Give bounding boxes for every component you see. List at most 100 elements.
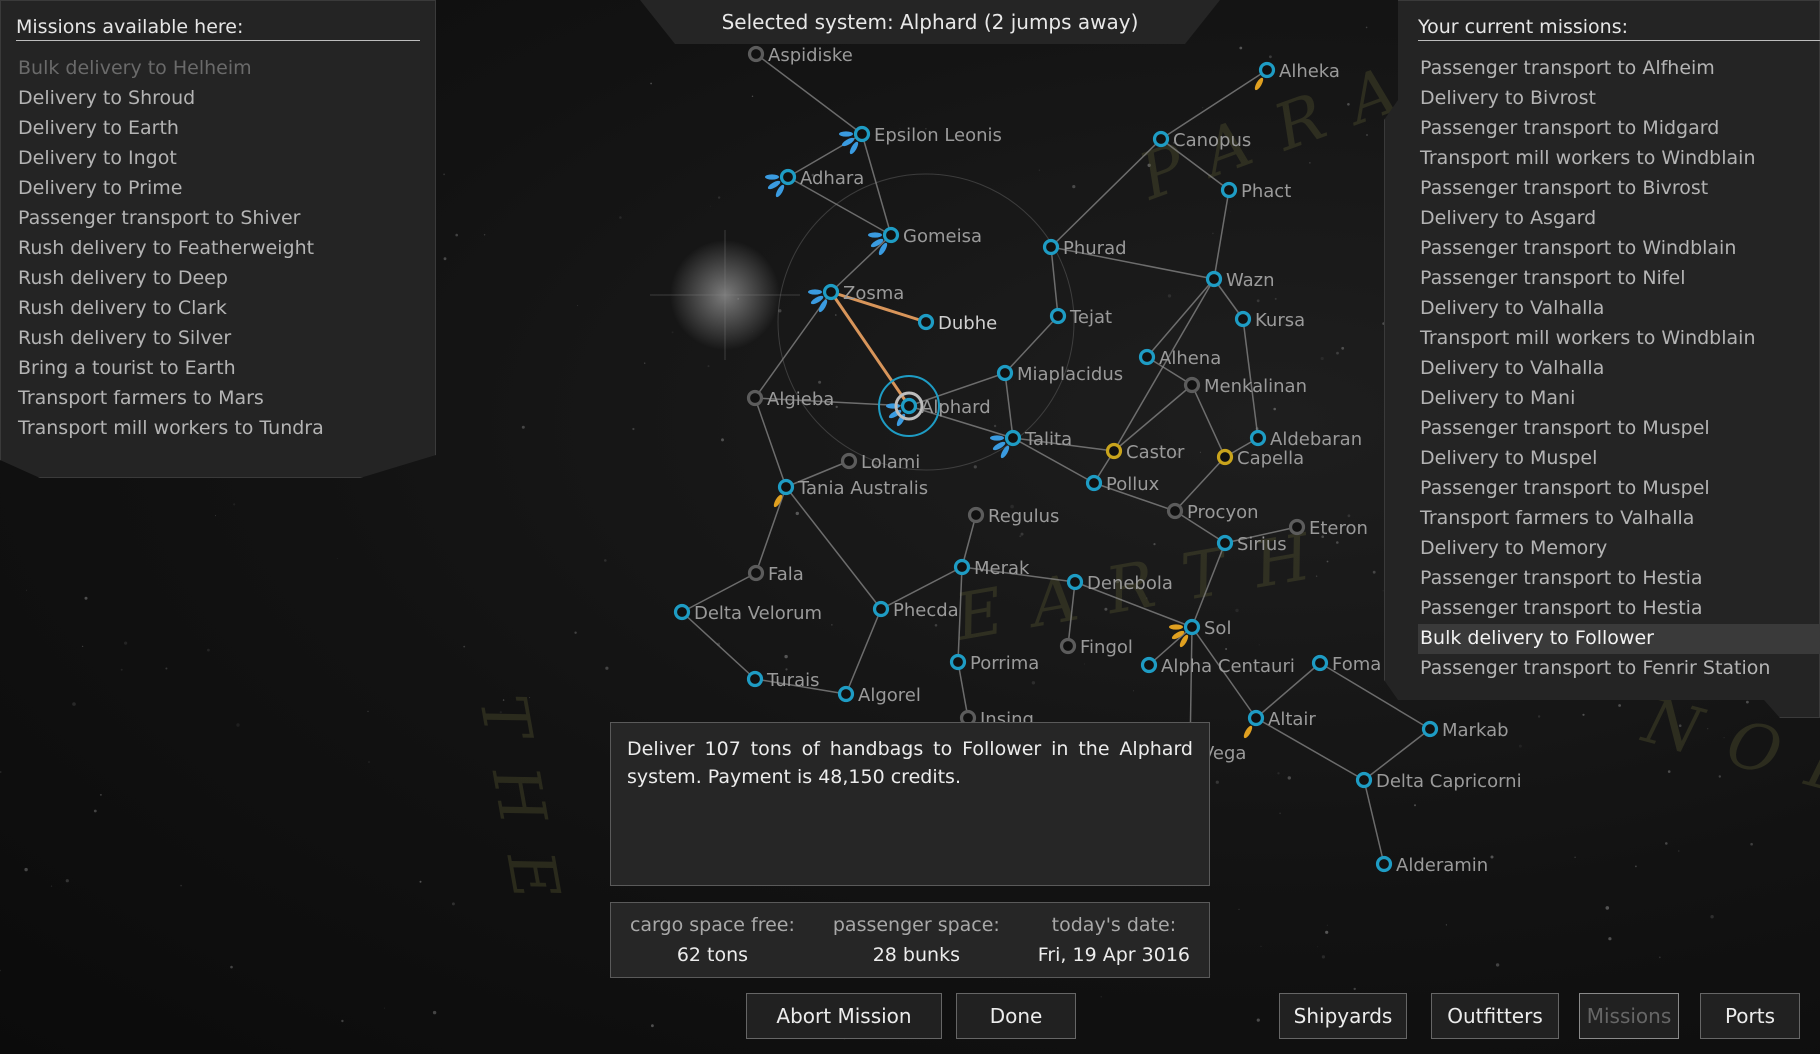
star-system-lolami[interactable]: Lolami xyxy=(840,452,921,473)
background-star xyxy=(1382,590,1384,592)
star-system-delta-capricorni[interactable]: Delta Capricorni xyxy=(1355,771,1522,792)
mission-list-item[interactable]: Transport mill workers to Tundra xyxy=(16,414,324,444)
mission-list-item[interactable]: Passenger transport to Alfheim xyxy=(1418,54,1820,84)
mission-list-item[interactable]: Transport mill workers to Windblain xyxy=(1418,324,1820,354)
star-system-epsilon-leonis[interactable]: Epsilon Leonis xyxy=(853,125,1002,146)
mission-list-item[interactable]: Passenger transport to Nifel xyxy=(1418,264,1820,294)
star-system-phact[interactable]: Phact xyxy=(1220,181,1292,202)
mission-list-item[interactable]: Delivery to Asgard xyxy=(1418,204,1820,234)
star-system-merak[interactable]: Merak xyxy=(953,558,1031,579)
mission-list-item[interactable]: Delivery to Prime xyxy=(16,174,324,204)
abort-mission-button[interactable]: Abort Mission xyxy=(746,993,942,1039)
star-system-markab[interactable]: Markab xyxy=(1421,720,1509,741)
background-star xyxy=(934,624,938,627)
mission-list-item[interactable]: Delivery to Valhalla xyxy=(1418,294,1820,324)
mission-list-item[interactable]: Transport farmers to Valhalla xyxy=(1418,504,1820,534)
mission-list-item[interactable]: Delivery to Valhalla xyxy=(1418,354,1820,384)
star-system-tania-australis[interactable]: Tania Australis xyxy=(777,478,929,499)
star-system-adhara[interactable]: Adhara xyxy=(779,168,865,189)
star-system-regulus[interactable]: Regulus xyxy=(967,506,1060,527)
mission-marker-icon xyxy=(868,232,882,238)
background-star xyxy=(619,216,622,219)
missions-button[interactable]: Missions xyxy=(1579,993,1679,1039)
ports-button[interactable]: Ports xyxy=(1700,993,1800,1039)
mission-list-item[interactable]: Bulk delivery to Helheim xyxy=(16,54,324,84)
star-system-turais[interactable]: Turais xyxy=(746,670,820,691)
star-system-castor[interactable]: Castor xyxy=(1105,442,1186,463)
mission-list-item[interactable]: Delivery to Ingot xyxy=(16,144,324,174)
star-system-delta-velorum[interactable]: Delta Velorum xyxy=(673,603,823,624)
background-star xyxy=(207,648,210,652)
star-system-algieba[interactable]: Algieba xyxy=(746,389,835,410)
star-system-wazn[interactable]: Wazn xyxy=(1205,270,1275,291)
mission-list-item[interactable]: Transport farmers to Mars xyxy=(16,384,324,414)
background-star xyxy=(180,884,182,887)
background-star xyxy=(818,380,822,384)
star-system-alderamin[interactable]: Alderamin xyxy=(1375,855,1489,876)
star-system-gomeisa[interactable]: Gomeisa xyxy=(882,226,982,247)
star-system-miaplacidus[interactable]: Miaplacidus xyxy=(996,364,1124,385)
system-node-icon xyxy=(1355,771,1373,789)
mission-marker-icon xyxy=(839,131,853,137)
mission-list-item[interactable]: Delivery to Mani xyxy=(1418,384,1820,414)
star-system-aldebaran[interactable]: Aldebaran xyxy=(1249,429,1363,450)
background-star xyxy=(751,95,754,98)
system-node-icon xyxy=(917,313,935,331)
mission-list-item[interactable]: Rush delivery to Deep xyxy=(16,264,324,294)
star-system-fala[interactable]: Fala xyxy=(747,564,804,585)
mission-list-item[interactable]: Bulk delivery to Follower xyxy=(1418,624,1820,654)
system-node-icon xyxy=(1066,573,1084,591)
hyperspace-link xyxy=(755,53,863,135)
mission-list-item[interactable]: Passenger transport to Hestia xyxy=(1418,564,1820,594)
mission-list-item[interactable]: Delivery to Shroud xyxy=(16,84,324,114)
mission-list-item[interactable]: Passenger transport to Shiver xyxy=(16,204,324,234)
background-star xyxy=(1618,704,1621,707)
star-system-procyon[interactable]: Procyon xyxy=(1166,502,1259,523)
mission-list-item[interactable]: Transport mill workers to Windblain xyxy=(1418,144,1820,174)
mission-list-item[interactable]: Rush delivery to Clark xyxy=(16,294,324,324)
star-system-phecda[interactable]: Phecda xyxy=(872,600,959,621)
star-system-talita[interactable]: Talita xyxy=(1004,429,1073,450)
star-system-alheka[interactable]: Alheka xyxy=(1258,61,1340,82)
mission-list-item[interactable]: Rush delivery to Featherweight xyxy=(16,234,324,264)
mission-list-item[interactable]: Delivery to Muspel xyxy=(1418,444,1820,474)
star-system-kursa[interactable]: Kursa xyxy=(1234,310,1306,331)
background-star xyxy=(1574,856,1576,858)
star-system-capella[interactable]: Capella xyxy=(1216,448,1305,469)
star-system-alpha-centauri[interactable]: Alpha Centauri xyxy=(1140,656,1295,677)
system-label: Eteron xyxy=(1309,518,1368,539)
background-star xyxy=(1020,532,1024,536)
mission-list-item[interactable]: Bring a tourist to Earth xyxy=(16,354,324,384)
star-system-porrima[interactable]: Porrima xyxy=(949,653,1040,674)
mission-list-item[interactable]: Delivery to Bivrost xyxy=(1418,84,1820,114)
outfitters-button[interactable]: Outfitters xyxy=(1431,993,1559,1039)
star-system-fingol[interactable]: Fingol xyxy=(1059,637,1133,658)
star-system-menkalinan[interactable]: Menkalinan xyxy=(1183,376,1308,397)
done-button[interactable]: Done xyxy=(956,993,1076,1039)
mission-list-item[interactable]: Delivery to Memory xyxy=(1418,534,1820,564)
star-system-altair[interactable]: Altair xyxy=(1247,709,1317,730)
mission-list-item[interactable]: Passenger transport to Hestia xyxy=(1418,594,1820,624)
background-star xyxy=(1320,356,1324,361)
star-system-fomalhaut[interactable]: Foma xyxy=(1311,654,1382,675)
background-star xyxy=(1019,535,1022,538)
mission-list-item[interactable]: Passenger transport to Muspel xyxy=(1418,474,1820,504)
mission-list-item[interactable]: Passenger transport to Muspel xyxy=(1418,414,1820,444)
mission-list-item[interactable]: Delivery to Earth xyxy=(16,114,324,144)
background-star xyxy=(993,424,997,428)
mission-list-item[interactable]: Passenger transport to Windblain xyxy=(1418,234,1820,264)
system-node-icon xyxy=(1140,656,1158,674)
mission-list-item[interactable]: Passenger transport to Fenrir Station xyxy=(1418,654,1820,684)
mission-list-item[interactable]: Rush delivery to Silver xyxy=(16,324,324,354)
mission-list-item[interactable]: Passenger transport to Bivrost xyxy=(1418,174,1820,204)
background-star xyxy=(1260,945,1262,947)
cargo-space-value: 62 tons xyxy=(676,944,749,966)
mission-list-item[interactable]: Passenger transport to Midgard xyxy=(1418,114,1820,144)
star-system-tejat[interactable]: Tejat xyxy=(1049,307,1113,328)
star-system-algorel[interactable]: Algorel xyxy=(837,685,921,706)
star-system-pollux[interactable]: Pollux xyxy=(1085,474,1160,495)
star-system-dubhe[interactable]: Dubhe xyxy=(917,313,998,334)
system-node-icon xyxy=(1183,376,1201,394)
shipyards-button[interactable]: Shipyards xyxy=(1279,993,1407,1039)
star-system-aspidiske[interactable]: Aspidiske xyxy=(747,45,853,66)
